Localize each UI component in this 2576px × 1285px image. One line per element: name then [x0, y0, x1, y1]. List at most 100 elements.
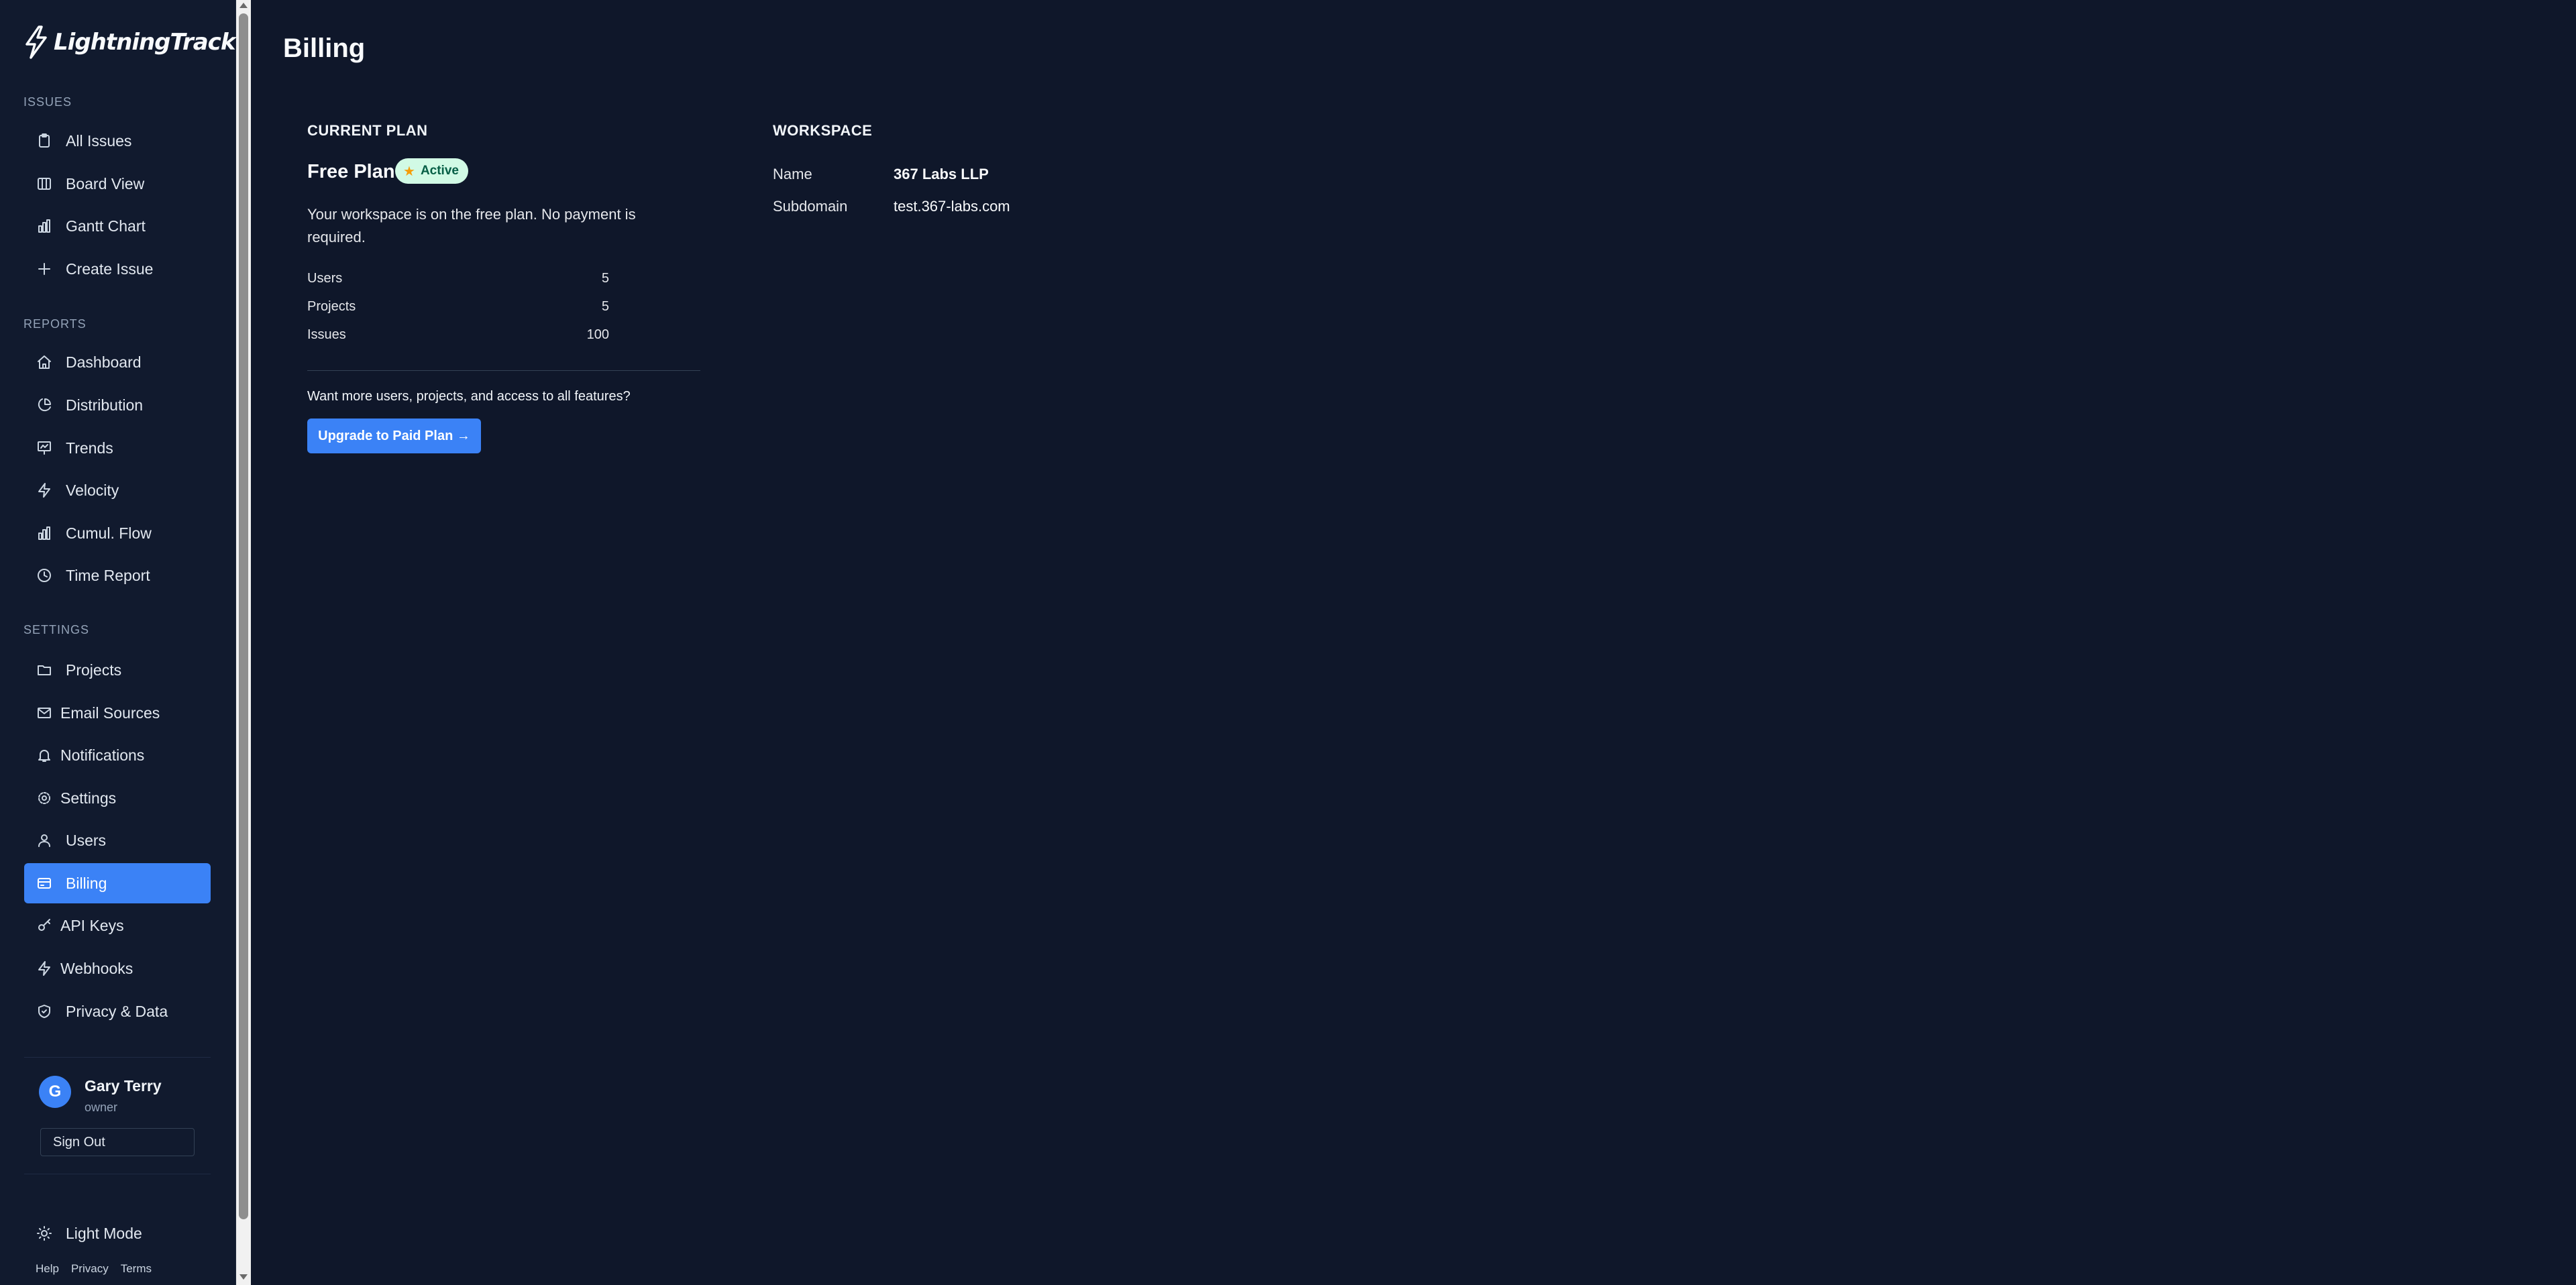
mail-icon	[36, 705, 52, 721]
sidebar-item-label: Gantt Chart	[66, 217, 146, 235]
limit-value: 5	[601, 299, 609, 314]
sidebar-item-label: Distribution	[66, 396, 144, 414]
status-badge-label: Active	[420, 164, 459, 178]
sidebar-item-label: Time Report	[66, 566, 150, 584]
home-icon	[36, 354, 52, 370]
upgrade-button[interactable]: Upgrade to Paid Plan →	[307, 418, 481, 453]
user-role: owner	[85, 1101, 118, 1114]
sidebar-item-cumulative-flow[interactable]: Cumul. Flow	[24, 513, 211, 553]
sidebar-scrollbar[interactable]	[236, 0, 251, 1285]
bar-chart-icon	[36, 525, 52, 541]
subdomain-label: Subdomain	[773, 198, 848, 215]
sidebar-item-label: Privacy & Data	[66, 1002, 168, 1020]
columns-icon	[36, 176, 52, 192]
sidebar-item-label: Velocity	[66, 481, 119, 499]
sidebar-item-label: Settings	[60, 789, 117, 807]
sidebar-item-time-report[interactable]: Time Report	[24, 555, 211, 596]
credit-card-icon	[36, 875, 52, 891]
lightning-icon	[36, 482, 52, 498]
sidebar-item-velocity[interactable]: Velocity	[24, 470, 211, 510]
sidebar-item-board-view[interactable]: Board View	[24, 164, 211, 204]
workspace-name-value: 367 Labs LLP	[894, 166, 989, 182]
divider	[307, 370, 700, 371]
sidebar-item-settings[interactable]: Settings	[24, 778, 211, 818]
divider	[24, 1057, 211, 1058]
limit-row: Users 5	[307, 271, 609, 286]
terms-link[interactable]: Terms	[121, 1262, 152, 1276]
app-name: LightningTrack	[54, 29, 235, 56]
sidebar-item-notifications[interactable]: Notifications	[24, 735, 211, 775]
sidebar-item-create-issue[interactable]: Create Issue	[24, 249, 211, 289]
limit-value: 100	[586, 327, 609, 342]
sidebar-item-trends[interactable]: Trends	[24, 428, 211, 468]
scroll-thumb[interactable]	[239, 13, 248, 1219]
app-logo[interactable]: LightningTrack	[23, 24, 235, 60]
folder-icon	[36, 662, 52, 678]
plus-icon	[36, 261, 52, 277]
bar-chart-icon	[36, 218, 52, 234]
subdomain-value: test.367-labs.com	[894, 198, 1010, 215]
sidebar-item-api-keys[interactable]: API Keys	[24, 905, 211, 946]
scroll-up-arrow-icon[interactable]	[239, 3, 248, 8]
sidebar-item-gantt-chart[interactable]: Gantt Chart	[24, 206, 211, 246]
clipboard-icon	[36, 133, 52, 149]
sidebar-item-label: Billing	[66, 874, 107, 892]
sidebar-item-all-issues[interactable]: All Issues	[24, 121, 211, 161]
privacy-link[interactable]: Privacy	[71, 1262, 109, 1276]
current-plan-heading: Current Plan	[307, 122, 428, 139]
page-title: Billing	[283, 34, 366, 63]
key-icon	[36, 917, 52, 934]
sidebar-item-label: Dashboard	[66, 353, 142, 371]
sidebar-item-label: Webhooks	[60, 959, 133, 977]
gear-icon	[36, 790, 52, 806]
footer-links: Help Privacy Terms	[36, 1262, 152, 1276]
sun-icon	[36, 1225, 52, 1241]
limit-label: Issues	[307, 327, 346, 342]
limit-row: Issues 100	[307, 327, 609, 343]
status-badge: ★ Active	[395, 158, 468, 184]
scroll-down-arrow-icon[interactable]	[239, 1274, 248, 1280]
sidebar-item-billing[interactable]: Billing	[24, 863, 211, 903]
sidebar-item-label: Users	[66, 831, 107, 849]
bell-icon	[36, 747, 52, 763]
limit-value: 5	[601, 271, 609, 286]
sidebar-item-label: All Issues	[66, 131, 132, 150]
avatar: G	[39, 1076, 71, 1108]
sidebar-item-email-sources[interactable]: Email Sources	[24, 693, 211, 733]
sidebar-item-dashboard[interactable]: Dashboard	[24, 342, 211, 382]
upsell-text: Want more users, projects, and access to…	[307, 389, 631, 404]
sidebar-item-label: Board View	[66, 174, 145, 192]
user-name: Gary Terry	[85, 1077, 162, 1095]
plan-description: Your workspace is on the free plan. No p…	[307, 206, 636, 245]
shield-icon	[36, 1003, 52, 1019]
plan-name: Free Plan	[307, 161, 395, 182]
sidebar-item-privacy-data[interactable]: Privacy & Data	[24, 991, 211, 1031]
user-profile: G Gary Terry owner	[39, 1076, 162, 1115]
sidebar-item-label: Email Sources	[60, 704, 160, 722]
sidebar-item-label: Trends	[66, 439, 113, 457]
limit-row: Projects 5	[307, 299, 609, 315]
workspace-name-label: Name	[773, 166, 812, 182]
sidebar-item-users[interactable]: Users	[24, 820, 211, 860]
sidebar-item-label: Create Issue	[66, 260, 154, 278]
sidebar-item-label: Cumul. Flow	[66, 524, 152, 542]
workspace-heading: Workspace	[773, 122, 873, 139]
pie-chart-icon	[36, 397, 52, 413]
presentation-icon	[36, 440, 52, 456]
reports-section-label: Reports	[23, 317, 87, 331]
sidebar-item-label: Notifications	[60, 746, 145, 764]
sidebar-item-label: Projects	[66, 661, 122, 679]
sidebar: LightningTrack Issues All Issues Board V…	[0, 0, 236, 1285]
star-icon: ★	[403, 164, 415, 179]
theme-toggle[interactable]: Light Mode	[24, 1213, 211, 1253]
sidebar-item-label: API Keys	[60, 916, 124, 934]
help-link[interactable]: Help	[36, 1262, 59, 1276]
sidebar-item-webhooks[interactable]: Webhooks	[24, 948, 211, 989]
sidebar-item-projects[interactable]: Projects	[24, 650, 211, 690]
settings-section-label: Settings	[23, 623, 90, 636]
sidebar-item-distribution[interactable]: Distribution	[24, 385, 211, 425]
clock-icon	[36, 567, 52, 583]
theme-toggle-label: Light Mode	[66, 1224, 142, 1242]
lightning-logo-icon	[25, 25, 47, 59]
sign-out-button[interactable]: Sign Out	[40, 1128, 195, 1156]
